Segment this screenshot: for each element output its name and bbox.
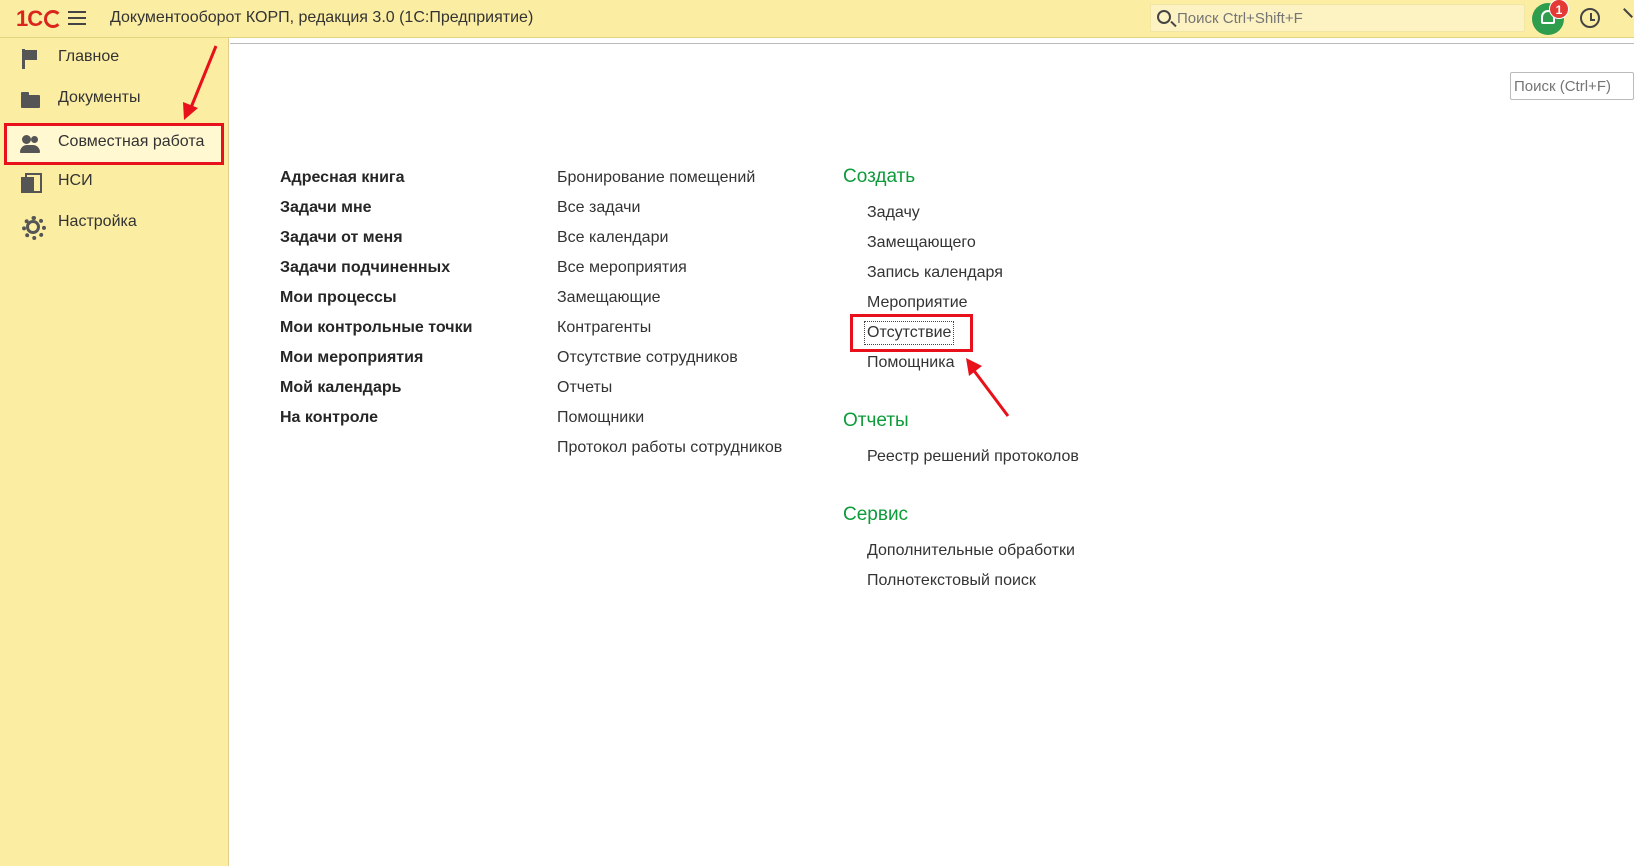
- reports-list: Реестр решений протоколов: [867, 445, 1079, 475]
- service-extra-processing-link[interactable]: Дополнительные обработки: [867, 539, 1075, 569]
- create-calendar-entry-link[interactable]: Запись календаря: [867, 261, 1003, 291]
- sidebar-item-label: Главное: [58, 48, 120, 65]
- create-substitute-link[interactable]: Замещающего: [867, 231, 1003, 261]
- global-search-input[interactable]: [1177, 8, 1517, 28]
- navigation-column-1: Адресная книга Задачи мне Задачи от меня…: [280, 166, 472, 436]
- sidebar-item-label: Документы: [58, 89, 141, 106]
- nav-link-tasks-from-me[interactable]: Задачи от меня: [280, 226, 472, 256]
- nav-link-my-processes[interactable]: Мои процессы: [280, 286, 472, 316]
- app-logo[interactable]: 1С: [16, 6, 63, 32]
- create-task-link[interactable]: Задачу: [867, 201, 1003, 231]
- sidebar-item-nsi[interactable]: НСИ: [4, 162, 224, 202]
- search-icon: [1157, 10, 1171, 24]
- app-title: Документооборот КОРП, редакция 3.0 (1С:П…: [110, 9, 534, 26]
- folder-icon: [20, 90, 42, 110]
- nav-link-tasks-to-me[interactable]: Задачи мне: [280, 196, 472, 226]
- sidebar-item-settings[interactable]: Настройка: [4, 203, 224, 243]
- nav-link-all-calendars[interactable]: Все календари: [557, 226, 782, 256]
- create-section-title: Создать: [843, 166, 916, 187]
- service-list: Дополнительные обработки Полнотекстовый …: [867, 539, 1075, 599]
- nav-link-subordinate-tasks[interactable]: Задачи подчиненных: [280, 256, 472, 286]
- highlight-box: [850, 314, 973, 352]
- annotation-arrow-sidebar: [183, 45, 218, 120]
- nav-link-substitutes[interactable]: Замещающие: [557, 286, 782, 316]
- pages-icon: [20, 173, 42, 193]
- sidebar: Главное Документы Совместная работа НСИ …: [0, 38, 229, 866]
- nav-link-all-events[interactable]: Все мероприятия: [557, 256, 782, 286]
- flag-icon: [20, 49, 42, 69]
- annotation-arrow-absence: [966, 358, 1010, 417]
- nav-link-my-checkpoints[interactable]: Мои контрольные точки: [280, 316, 472, 346]
- sidebar-item-label: Совместная работа: [58, 133, 205, 150]
- nav-link-employee-work-log[interactable]: Протокол работы сотрудников: [557, 436, 782, 466]
- service-section-title: Сервис: [843, 504, 909, 525]
- main-menu-icon[interactable]: [68, 11, 86, 25]
- top-bar: 1С Документооборот КОРП, редакция 3.0 (1…: [0, 0, 1634, 38]
- nav-link-room-booking[interactable]: Бронирование помещений: [557, 166, 782, 196]
- notifications-button[interactable]: 1: [1532, 0, 1569, 35]
- reports-section-title: Отчеты: [843, 410, 909, 431]
- global-search[interactable]: [1150, 4, 1525, 32]
- people-icon: [20, 134, 42, 154]
- nav-link-all-tasks[interactable]: Все задачи: [557, 196, 782, 226]
- section-search[interactable]: [1510, 72, 1634, 100]
- nav-link-employee-absence[interactable]: Отсутствие сотрудников: [557, 346, 782, 376]
- notifications-badge: 1: [1549, 0, 1569, 19]
- sidebar-item-label: Настройка: [58, 213, 137, 230]
- nav-link-under-control[interactable]: На контроле: [280, 406, 472, 436]
- nav-link-address-book[interactable]: Адресная книга: [280, 166, 472, 196]
- nav-link-my-events[interactable]: Мои мероприятия: [280, 346, 472, 376]
- more-icon[interactable]: [1616, 4, 1634, 32]
- nav-link-reports[interactable]: Отчеты: [557, 376, 782, 406]
- section-search-input[interactable]: [1514, 74, 1634, 98]
- sidebar-item-label: НСИ: [58, 172, 93, 189]
- service-fulltext-search-link[interactable]: Полнотекстовый поиск: [867, 569, 1075, 599]
- report-protocol-decisions-link[interactable]: Реестр решений протоколов: [867, 445, 1079, 475]
- nav-link-my-calendar[interactable]: Мой календарь: [280, 376, 472, 406]
- content-divider: [230, 43, 1634, 44]
- navigation-column-2: Бронирование помещений Все задачи Все ка…: [557, 166, 782, 466]
- nav-link-counterparties[interactable]: Контрагенты: [557, 316, 782, 346]
- history-icon[interactable]: [1580, 8, 1600, 28]
- gear-icon: [20, 214, 46, 240]
- nav-link-assistants[interactable]: Помощники: [557, 406, 782, 436]
